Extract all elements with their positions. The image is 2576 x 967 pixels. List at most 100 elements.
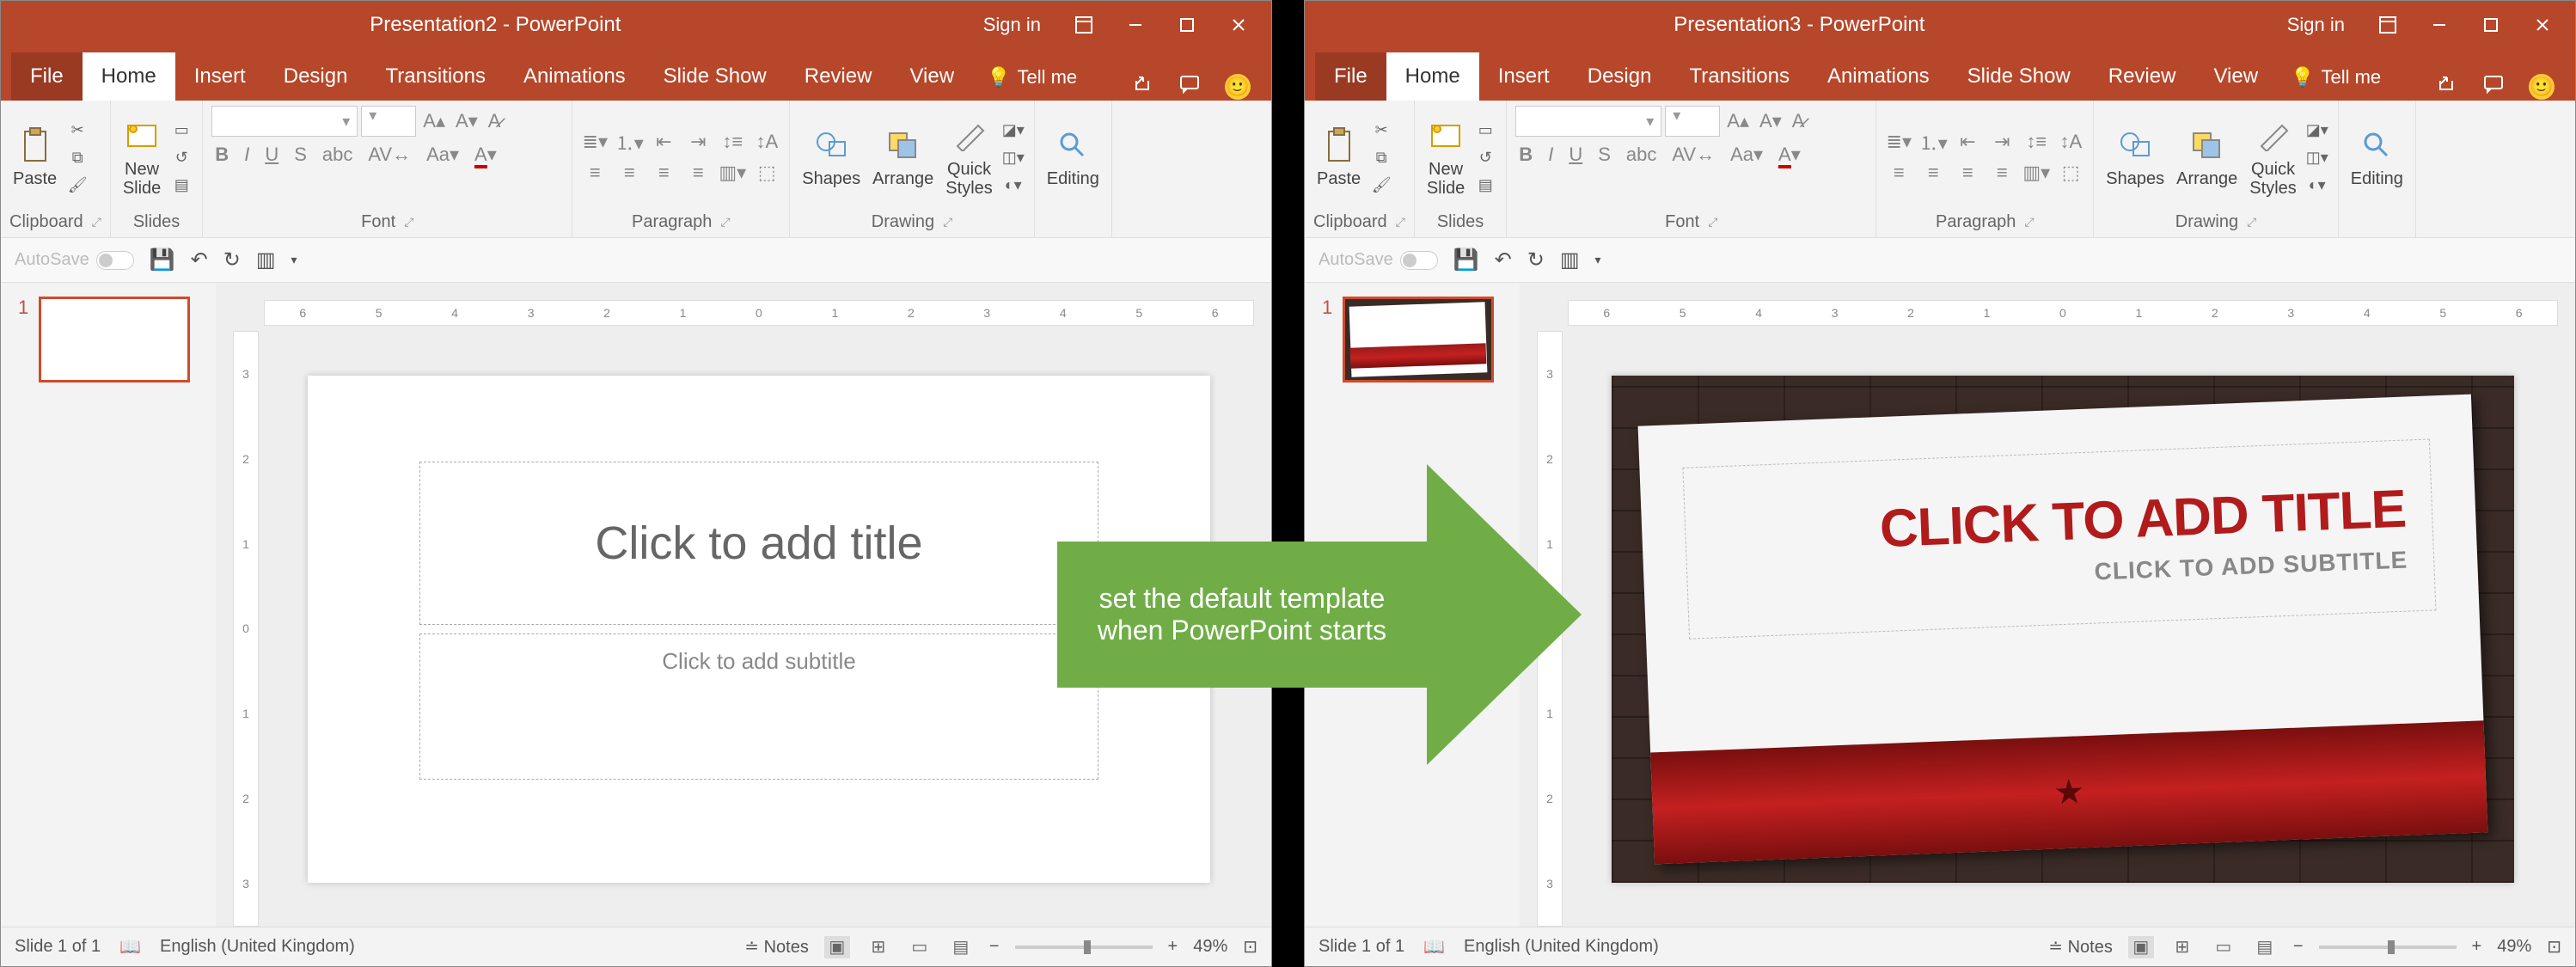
tab-design[interactable]: Design (265, 52, 367, 101)
reading-view-icon[interactable]: ▭ (907, 936, 933, 958)
tab-transitions[interactable]: Transitions (366, 52, 504, 101)
ribbon-display-options-icon[interactable] (1058, 1, 1110, 49)
save-button[interactable]: 💾 (1453, 248, 1479, 272)
character-spacing-button[interactable]: AV↔ (1668, 142, 1718, 168)
title-placeholder[interactable]: CLICK TO ADD TITLE CLICK TO ADD SUBTITLE (1682, 438, 2436, 639)
slide-thumbnail-1[interactable] (1343, 297, 1494, 383)
reset-slide-button[interactable]: ↺ (169, 145, 193, 169)
shape-outline-button[interactable]: ◫▾ (1001, 145, 1025, 169)
numbering-button[interactable]: ⒈▾ (1919, 130, 1947, 154)
font-name-combo[interactable]: ▾ (211, 106, 358, 137)
language-status[interactable]: English (United Kingdom) (160, 937, 355, 957)
smartart-button[interactable]: ⬚ (2057, 161, 2084, 185)
tell-me-search[interactable]: 💡 Tell me (2277, 54, 2395, 101)
autosave-toggle[interactable]: AutoSave (15, 250, 134, 270)
slide-layout-button[interactable]: ▭ (169, 118, 193, 142)
share-icon[interactable] (2436, 73, 2458, 101)
decrease-indent-button[interactable]: ⇤ (650, 130, 677, 154)
align-center-button[interactable]: ≡ (1919, 161, 1947, 185)
new-slide-button[interactable]: New Slide (1423, 113, 1468, 201)
shadow-button[interactable]: S (1594, 142, 1614, 168)
start-from-beginning-button[interactable]: ▥ (256, 248, 276, 272)
notes-toggle[interactable]: ≐ Notes (744, 936, 809, 958)
comments-icon[interactable] (2482, 73, 2505, 101)
maximize-icon[interactable] (2465, 1, 2517, 49)
spellcheck-icon[interactable]: 📖 (1423, 936, 1445, 958)
tab-file[interactable]: File (1315, 52, 1386, 101)
character-spacing-button[interactable]: AV↔ (364, 142, 414, 168)
qat-customize-icon[interactable]: ▾ (1595, 253, 1601, 267)
section-button[interactable]: ▤ (169, 173, 193, 197)
tab-animations[interactable]: Animations (505, 52, 645, 101)
minimize-icon[interactable] (1110, 1, 1161, 49)
close-icon[interactable] (1213, 1, 1264, 49)
reset-slide-button[interactable]: ↺ (1473, 145, 1497, 169)
slide-layout-button[interactable]: ▭ (1473, 118, 1497, 142)
quick-styles-button[interactable]: Quick Styles (2246, 113, 2299, 201)
numbering-button[interactable]: ⒈▾ (615, 130, 643, 154)
justify-button[interactable]: ≡ (684, 161, 712, 185)
share-icon[interactable] (1132, 73, 1154, 101)
paste-button[interactable]: Paste (9, 123, 60, 192)
zoom-level[interactable]: 49% (2497, 937, 2531, 957)
clipboard-dialog-launcher[interactable]: ⤢ (92, 215, 101, 230)
undo-button[interactable]: ↶ (1495, 248, 1512, 272)
normal-view-icon[interactable]: ▣ (824, 936, 850, 958)
font-color-button[interactable]: A▾ (471, 142, 500, 168)
align-right-button[interactable]: ≡ (650, 161, 677, 185)
quick-styles-button[interactable]: Quick Styles (942, 113, 995, 201)
comments-icon[interactable] (1178, 73, 1201, 101)
notes-toggle[interactable]: ≐ Notes (2048, 936, 2113, 958)
tab-insert[interactable]: Insert (1479, 52, 1569, 101)
copy-button[interactable]: ⧉ (65, 145, 89, 169)
new-slide-button[interactable]: New Slide (119, 113, 164, 201)
tab-design[interactable]: Design (1569, 52, 1671, 101)
font-size-combo[interactable]: ▾ (361, 106, 416, 137)
autosave-toggle[interactable]: AutoSave (1319, 250, 1438, 270)
arrange-button[interactable]: Arrange (869, 123, 937, 192)
increase-indent-button[interactable]: ⇥ (1988, 130, 2016, 154)
align-center-button[interactable]: ≡ (615, 161, 643, 185)
redo-button[interactable]: ↻ (1527, 248, 1545, 272)
sign-in-link[interactable]: Sign in (2287, 14, 2345, 36)
tell-me-search[interactable]: 💡 Tell me (973, 54, 1091, 101)
slideshow-view-icon[interactable]: ▤ (948, 936, 974, 958)
tab-slideshow[interactable]: Slide Show (645, 52, 786, 101)
font-size-combo[interactable]: ▾ (1665, 106, 1720, 137)
text-direction-button[interactable]: ↕A (753, 130, 780, 154)
bold-button[interactable]: B (211, 142, 232, 168)
italic-button[interactable]: I (241, 142, 253, 168)
slideshow-view-icon[interactable]: ▤ (2252, 936, 2278, 958)
fit-to-window-icon[interactable]: ⊡ (1243, 936, 1257, 958)
tab-file[interactable]: File (11, 52, 83, 101)
shape-effects-button[interactable]: ◐▾ (1001, 173, 1025, 197)
underline-button[interactable]: U (1565, 142, 1586, 168)
columns-button[interactable]: ▥▾ (2022, 161, 2050, 185)
italic-button[interactable]: I (1545, 142, 1557, 168)
slide-thumbnail-1[interactable] (39, 297, 190, 383)
decrease-font-icon[interactable]: A▾ (452, 108, 481, 134)
arrange-button[interactable]: Arrange (2173, 123, 2241, 192)
tab-home[interactable]: Home (1386, 52, 1479, 101)
paragraph-dialog-launcher[interactable]: ⤢ (720, 215, 730, 230)
shape-outline-button[interactable]: ◫▾ (2305, 145, 2329, 169)
zoom-level[interactable]: 49% (1193, 937, 1227, 957)
tab-slideshow[interactable]: Slide Show (1949, 52, 2090, 101)
shape-fill-button[interactable]: ◪▾ (1001, 118, 1025, 142)
change-case-button[interactable]: Aa▾ (1727, 142, 1766, 168)
ribbon-display-options-icon[interactable] (2362, 1, 2414, 49)
save-button[interactable]: 💾 (150, 248, 175, 272)
line-spacing-button[interactable]: ↕≡ (2022, 130, 2050, 154)
zoom-slider[interactable] (2319, 946, 2457, 949)
font-name-combo[interactable]: ▾ (1515, 106, 1661, 137)
align-right-button[interactable]: ≡ (1954, 161, 1981, 185)
tab-review[interactable]: Review (786, 52, 891, 101)
font-dialog-launcher[interactable]: ⤢ (404, 215, 413, 230)
slide-canvas[interactable]: CLICK TO ADD TITLE CLICK TO ADD SUBTITLE… (1612, 376, 2514, 883)
tab-transitions[interactable]: Transitions (1670, 52, 1808, 101)
language-status[interactable]: English (United Kingdom) (1464, 937, 1659, 957)
line-spacing-button[interactable]: ↕≡ (719, 130, 746, 154)
increase-indent-button[interactable]: ⇥ (684, 130, 712, 154)
tab-home[interactable]: Home (83, 52, 175, 101)
maximize-icon[interactable] (1161, 1, 1213, 49)
